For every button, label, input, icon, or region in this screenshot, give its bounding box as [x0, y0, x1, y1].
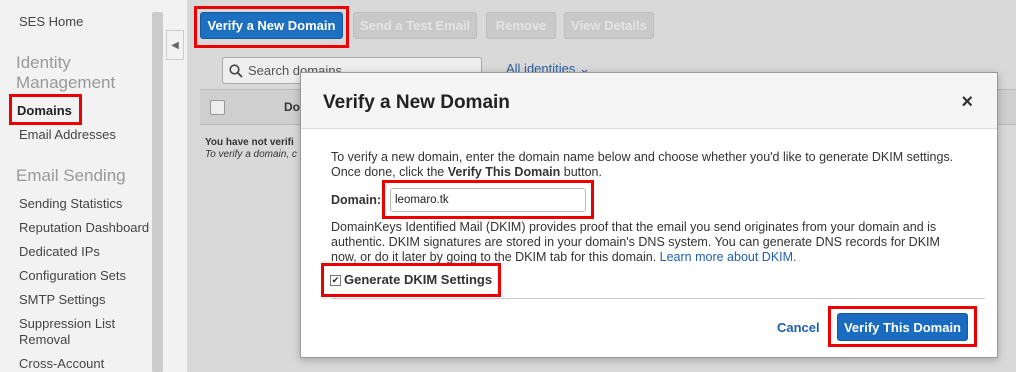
sidebar-item-ses-home[interactable]: SES Home — [19, 14, 83, 30]
send-test-email-button[interactable]: Send a Test Email — [353, 12, 477, 39]
sidebar: SES Home Identity Management Domains Ema… — [0, 0, 152, 372]
empty-message: You have not verifi — [205, 137, 294, 148]
intro-line-2-b: Verify This Domain — [447, 165, 561, 179]
sidebar-item-cross-account[interactable]: Cross-Account — [19, 356, 104, 372]
sidebar-item-email-addresses[interactable]: Email Addresses — [19, 127, 116, 143]
intro-line-2-c: button. — [560, 165, 602, 179]
intro-line-2-a: Once done, click the — [331, 165, 448, 179]
highlight-generate-dkim — [321, 263, 501, 297]
sidebar-item-suppression-list[interactable]: Suppression List — [19, 316, 115, 332]
dialog-title: Verify a New Domain — [323, 92, 510, 113]
chevron-left-icon: ◀ — [171, 39, 179, 51]
highlight-domain-field — [382, 180, 594, 219]
learn-more-dkim-link[interactable]: Learn more about DKIM. — [660, 250, 797, 264]
dkim-line-2: authentic. DKIM signatures are stored in… — [331, 235, 940, 249]
cancel-button[interactable]: Cancel — [777, 320, 820, 335]
intro-text: To verify a new domain, enter the domain… — [331, 150, 981, 180]
close-icon[interactable]: × — [961, 91, 973, 114]
dkim-line-1: DomainKeys Identified Mail (DKIM) provid… — [331, 220, 937, 234]
email-sending-heading: Email Sending — [16, 166, 126, 185]
dialog-divider — [331, 298, 985, 299]
identity-heading-2: Management — [16, 73, 116, 92]
intro-line-2: Once done, click the Verify This Domain … — [331, 165, 981, 180]
sidebar-item-suppression-list-removal[interactable]: Removal — [19, 332, 70, 348]
highlight-domains — [9, 94, 82, 125]
dkim-text: DomainKeys Identified Mail (DKIM) provid… — [331, 220, 981, 265]
empty-hint: To verify a domain, c — [205, 149, 297, 160]
verify-domain-dialog: Verify a New Domain × To verify a new do… — [300, 72, 998, 358]
domain-label: Domain: — [331, 193, 381, 207]
sidebar-item-smtp-settings[interactable]: SMTP Settings — [19, 292, 105, 308]
intro-line-1: To verify a new domain, enter the domain… — [331, 150, 954, 164]
highlight-verify-this-domain — [828, 306, 977, 347]
identity-heading-1: Identity — [16, 53, 71, 72]
column-header-domain[interactable]: Do — [284, 100, 300, 114]
dkim-line-3-text: now, or do it later by going to the DKIM… — [331, 250, 660, 264]
sidebar-item-sending-statistics[interactable]: Sending Statistics — [19, 196, 122, 212]
remove-button[interactable]: Remove — [486, 12, 556, 39]
select-all-checkbox[interactable] — [210, 100, 225, 115]
sidebar-item-dedicated-ips[interactable]: Dedicated IPs — [19, 244, 100, 260]
view-details-button[interactable]: View Details — [564, 12, 654, 39]
collapse-sidebar-button[interactable]: ◀ — [166, 30, 184, 60]
sidebar-scrollbar[interactable] — [152, 12, 163, 372]
search-icon — [229, 63, 243, 78]
sidebar-item-reputation-dashboard[interactable]: Reputation Dashboard — [19, 220, 149, 236]
sidebar-item-configuration-sets[interactable]: Configuration Sets — [19, 268, 126, 284]
highlight-verify-button — [194, 6, 349, 48]
dialog-header: Verify a New Domain × — [301, 73, 997, 129]
